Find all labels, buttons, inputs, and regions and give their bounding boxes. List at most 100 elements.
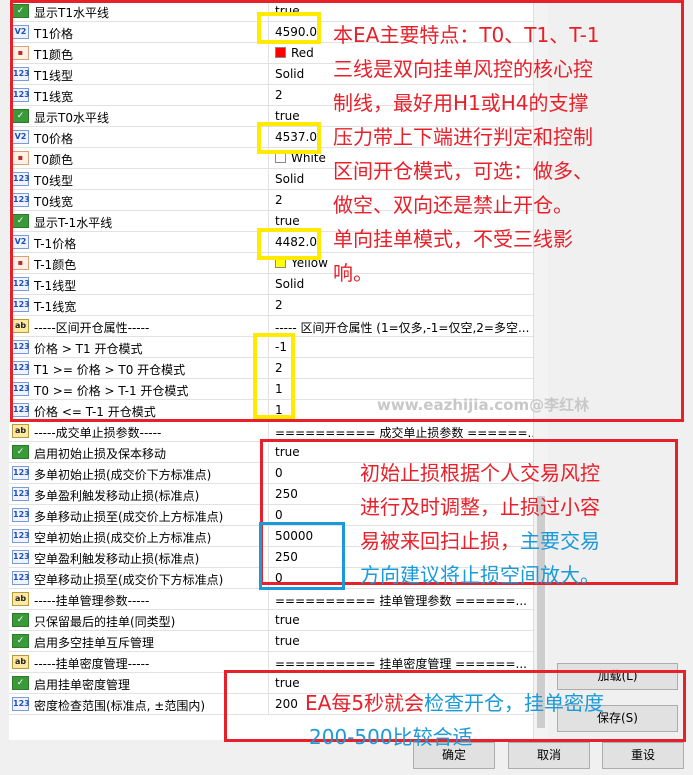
param-value[interactable]: true (275, 214, 300, 228)
param-name: 密度检查范围(标准点, ±范围内) (34, 699, 206, 713)
param-value-cell[interactable]: 2 (269, 295, 533, 315)
param-name: -----挂单管理参数----- (34, 594, 150, 608)
param-value[interactable]: 4590.0 (275, 25, 317, 39)
param-name-cell: V2 T1价格 (9, 22, 269, 42)
param-value[interactable]: 0 (275, 508, 283, 522)
param-value[interactable]: 0 (275, 571, 283, 585)
param-name-cell: 123 T1线宽 (9, 85, 269, 105)
int-type-icon: 123 (12, 361, 30, 375)
param-value-cell[interactable]: true (269, 610, 533, 630)
param-row[interactable]: 123 T-1线宽 2 (9, 295, 533, 316)
param-value-cell[interactable]: ========== 挂单密度管理 ======... (269, 652, 533, 672)
param-value[interactable]: 2 (275, 88, 283, 102)
param-name-cell: ✓ 启用多空挂单互斥管理 (9, 631, 269, 651)
param-name: 多单移动止损至(成交价上方标准点) (34, 510, 224, 524)
param-row[interactable]: ab -----挂单密度管理----- ========== 挂单密度管理 ====… (9, 652, 533, 673)
param-value-cell[interactable]: true (269, 631, 533, 651)
param-row[interactable]: ✓ 只保留最后的挂单(同类型) true (9, 610, 533, 631)
param-value[interactable]: Solid (275, 277, 304, 291)
param-value[interactable]: Red (291, 46, 314, 60)
param-value[interactable]: 1 (275, 382, 283, 396)
param-name-cell: V2 T0价格 (9, 127, 269, 147)
color-swatch[interactable] (275, 257, 286, 268)
bool-type-icon: ✓ (12, 676, 29, 690)
param-name: 启用多空挂单互斥管理 (34, 636, 155, 650)
dbl-type-icon: V2 (12, 130, 29, 144)
param-value-cell[interactable]: -1 (269, 337, 533, 357)
param-value[interactable]: ========== 挂单管理参数 ======... (275, 592, 527, 609)
param-row[interactable]: ab -----区间开仓属性----- ----- 区间开仓属性 (1=仅多,-1=… (9, 316, 533, 337)
param-value-cell[interactable]: ========== 挂单管理参数 ======... (269, 589, 533, 609)
param-name: T1价格 (34, 27, 73, 41)
param-value[interactable]: 2 (275, 361, 283, 375)
param-value[interactable]: -1 (275, 340, 287, 354)
param-name: T1线型 (34, 69, 73, 83)
param-value[interactable]: 4482.0 (275, 235, 317, 249)
param-name: T-1线宽 (34, 300, 77, 314)
param-value[interactable]: true (275, 109, 300, 123)
param-value-cell[interactable]: ========== 成交单止损参数 ======... (269, 421, 533, 441)
param-name-cell: ✓ 显示T-1水平线 (9, 211, 269, 231)
int-type-icon: 123 (12, 403, 30, 417)
int-type-icon: 123 (12, 340, 30, 354)
param-name: T1线宽 (34, 90, 73, 104)
param-name: T0价格 (34, 132, 73, 146)
param-name-cell: ✓ 启用初始止损及保本移动 (9, 442, 269, 462)
param-value[interactable]: Yellow (291, 256, 328, 270)
color-type-icon: ▪ (12, 46, 29, 60)
param-value[interactable]: Solid (275, 67, 304, 81)
color-swatch[interactable] (275, 152, 286, 163)
param-value[interactable]: 250 (275, 487, 298, 501)
param-name-cell: 123 T0线型 (9, 169, 269, 189)
param-value[interactable]: 1 (275, 403, 283, 417)
param-name: -----区间开仓属性----- (34, 321, 150, 335)
param-row[interactable]: 123 T1 >= 价格 > T0 开仓模式 2 (9, 358, 533, 379)
param-value[interactable]: 50000 (275, 529, 313, 543)
int-type-icon: 123 (12, 193, 30, 207)
param-name-cell: 123 多单盈利触发移动止损(标准点) (9, 484, 269, 504)
param-name-cell: 123 多单初始止损(成交价下方标准点) (9, 463, 269, 483)
param-value[interactable]: White (291, 151, 326, 165)
param-name: T0颜色 (34, 153, 73, 167)
param-name: 只保留最后的挂单(同类型) (34, 615, 176, 629)
param-name: 价格 > T1 开仓模式 (34, 342, 143, 356)
note-stoploss: 初始止损根据个人交易风控 进行及时调整，止损过小容 易被来回扫止损，主要交易 方… (360, 461, 600, 587)
bool-type-icon: ✓ (12, 4, 29, 18)
str-type-icon: ab (12, 424, 29, 438)
param-name-cell: 123 空单盈利触发移动止损(标准点) (9, 547, 269, 567)
param-value[interactable]: ----- 区间开仓属性 (1=仅多,-1=仅空,2=多空... (275, 319, 529, 336)
param-value[interactable]: Solid (275, 172, 304, 186)
param-name-cell: 123 T0线宽 (9, 190, 269, 210)
param-value[interactable]: 0 (275, 466, 283, 480)
note-line: 压力带上下端进行判定和控制 (333, 125, 593, 149)
param-value[interactable]: true (275, 4, 300, 18)
param-value[interactable]: 250 (275, 550, 298, 564)
param-value[interactable]: 200 (275, 697, 298, 711)
param-value[interactable]: true (275, 613, 300, 627)
param-name-cell: ✓ 显示T0水平线 (9, 106, 269, 126)
reset-button[interactable]: 重设 (602, 742, 684, 769)
param-row[interactable]: ✓ 启用多空挂单互斥管理 true (9, 631, 533, 652)
param-value-cell[interactable]: ----- 区间开仓属性 (1=仅多,-1=仅空,2=多空... (269, 316, 533, 336)
param-value[interactable]: true (275, 634, 300, 648)
param-value[interactable]: 2 (275, 193, 283, 207)
param-value[interactable]: true (275, 676, 300, 690)
param-row[interactable]: ab -----挂单管理参数----- ========== 挂单管理参数 ====… (9, 589, 533, 610)
param-name: T-1颜色 (34, 258, 77, 272)
param-name-cell: 123 T0 >= 价格 > T-1 开仓模式 (9, 379, 269, 399)
param-value[interactable]: 4537.0 (275, 130, 317, 144)
param-row[interactable]: ab -----成交单止损参数----- ========== 成交单止损参数 ==… (9, 421, 533, 442)
int-type-icon: 123 (12, 550, 30, 564)
color-swatch[interactable] (275, 47, 286, 58)
note-three-lines: 本EA主要特点：T0、T1、T-1 三线是双向挂单风控的核心控 制线，最好用H1或H… (333, 18, 600, 290)
param-value[interactable]: 2 (275, 298, 283, 312)
param-value[interactable]: ========== 成交单止损参数 ======... (275, 424, 533, 441)
bool-type-icon: ✓ (12, 445, 29, 459)
param-value[interactable]: ========== 挂单密度管理 ======... (275, 655, 527, 672)
param-value-cell[interactable]: 2 (269, 358, 533, 378)
color-type-icon: ▪ (12, 256, 29, 270)
param-value[interactable]: true (275, 445, 300, 459)
param-row[interactable]: 123 价格 > T1 开仓模式 -1 (9, 337, 533, 358)
param-name-cell: 123 T-1线型 (9, 274, 269, 294)
param-name-cell: V2 T-1价格 (9, 232, 269, 252)
